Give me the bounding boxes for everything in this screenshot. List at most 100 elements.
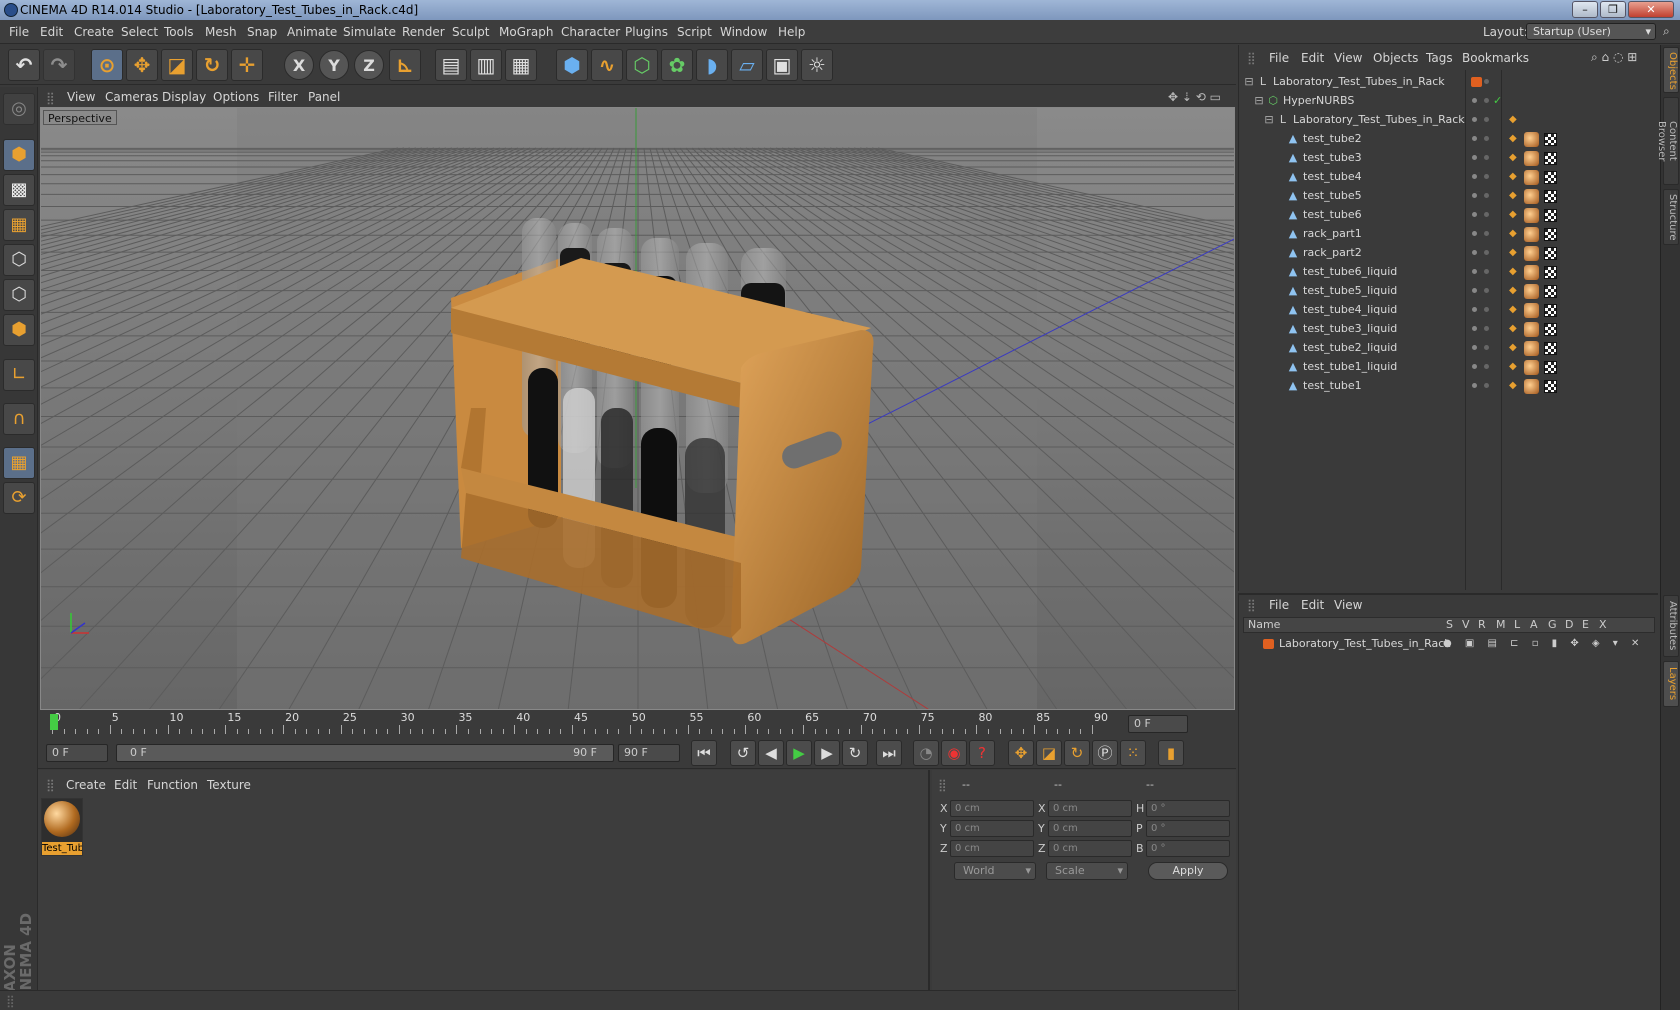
material-tag-icon[interactable] [1524,341,1539,356]
play-icon[interactable]: ▶ [786,740,812,766]
editor-visibility-dot[interactable] [1472,212,1477,217]
render-view-icon[interactable]: ▤ [435,49,467,81]
size-x-field[interactable]: 0 cm [1048,800,1132,817]
uvw-tag-icon[interactable] [1544,266,1557,279]
material-tag-icon[interactable] [1524,189,1539,204]
key-rotation-icon[interactable]: ↻ [1064,740,1090,766]
layer-header-d[interactable]: D [1565,618,1573,632]
next-frame-icon[interactable]: ▶ [814,740,840,766]
layer-header-v[interactable]: V [1462,618,1470,632]
close-button[interactable]: ✕ [1628,1,1674,18]
viewport-menu-view[interactable]: View [67,90,95,104]
object-row[interactable]: ▲ test_tube1_liquid ◆ [1239,357,1659,377]
menu-plugins[interactable]: Plugins [625,25,668,39]
material-menu-texture[interactable]: Texture [207,778,251,792]
move-icon[interactable]: ✥ [126,49,158,81]
layer-header-r[interactable]: R [1478,618,1486,632]
menu-edit[interactable]: Edit [40,25,63,39]
object-row[interactable]: ▲ test_tube4_liquid ◆ [1239,300,1659,320]
tweak-mode-icon[interactable]: ⟳ [3,482,35,514]
rotate-icon[interactable]: ↻ [196,49,228,81]
go-to-start-icon[interactable]: ⏮ [691,740,717,766]
uvw-tag-icon[interactable] [1544,380,1557,393]
make-editable-icon[interactable]: ◎ [3,93,35,125]
frame-range-slider[interactable]: 0 F 90 F [116,744,614,762]
uvw-tag-icon[interactable] [1544,342,1557,355]
menu-render[interactable]: Render [402,25,445,39]
material-tag-icon[interactable] [1524,379,1539,394]
timeline-ruler[interactable]: 051015202530354045505560657075808590 0 F [38,711,1236,737]
object-row[interactable]: ▲ test_tube1 ◆ [1239,376,1659,396]
transform-icon[interactable]: ✛ [231,49,263,81]
material-tag-icon[interactable] [1524,132,1539,147]
tab-layers[interactable]: Layers [1663,661,1679,707]
editor-visibility-dot[interactable] [1472,136,1477,141]
spline-pen-icon[interactable]: ∿ [591,49,623,81]
render-visibility-dot[interactable] [1484,174,1489,179]
render-settings-icon[interactable]: ▦ [505,49,537,81]
editor-visibility-dot[interactable] [1472,250,1477,255]
uvw-tag-icon[interactable] [1544,247,1557,260]
render-visibility-dot[interactable] [1484,212,1489,217]
render-visibility-dot[interactable] [1484,345,1489,350]
rotation-h-field[interactable]: 0 ° [1146,800,1230,817]
render-visibility-dot[interactable] [1484,136,1489,141]
tab-content-browser[interactable]: Content Browser [1656,97,1679,185]
model-mode-icon[interactable]: ⬢ [3,139,35,171]
editor-visibility-dot[interactable] [1472,231,1477,236]
editor-visibility-dot[interactable] [1472,269,1477,274]
layer-header-m[interactable]: M [1496,618,1506,632]
uvw-tag-icon[interactable] [1544,209,1557,222]
keyframe-selection-icon[interactable]: ? [969,740,995,766]
search-icon[interactable]: ⌕ [1663,24,1670,39]
render-picture-viewer-icon[interactable]: ▥ [470,49,502,81]
coordinate-space-select[interactable]: World ▾ [954,862,1036,880]
material-menu-function[interactable]: Function [147,778,198,792]
light-icon[interactable]: ☼ [801,49,833,81]
viewport-menu-panel[interactable]: Panel [308,90,340,104]
menu-tools[interactable]: Tools [164,25,194,39]
axis-mode-icon[interactable]: ∟ [3,359,35,391]
menu-snap[interactable]: Snap [247,25,277,39]
layer-header-a[interactable]: A [1530,618,1538,632]
collapse-icon[interactable]: ⊟ [1253,95,1265,107]
material-tag-icon[interactable] [1524,170,1539,185]
render-visibility-dot[interactable] [1484,155,1489,160]
viewport-menu-options[interactable]: Options [213,90,259,104]
autokey-icon[interactable]: ◉ [941,740,967,766]
timeline-window-icon[interactable]: ▮ [1158,740,1184,766]
menu-animate[interactable]: Animate [287,25,337,39]
end-frame-field[interactable]: 90 F [618,744,680,762]
editor-visibility-dot[interactable] [1472,326,1477,331]
menu-mograph[interactable]: MoGraph [499,25,554,39]
polygons-mode-icon[interactable]: ⬢ [3,314,35,346]
menu-mesh[interactable]: Mesh [205,25,237,39]
rotation-b-field[interactable]: 0 ° [1146,840,1230,857]
menu-simulate[interactable]: Simulate [343,25,396,39]
editor-visibility-dot[interactable] [1472,155,1477,160]
object-row-hypernurbs[interactable]: ⊟ ⬡ HyperNURBS ✓ [1239,91,1659,111]
previous-frame-icon[interactable]: ◀ [758,740,784,766]
key-parameter-icon[interactable]: Ⓟ [1092,740,1118,766]
render-visibility-dot[interactable] [1484,383,1489,388]
previous-key-icon[interactable]: ↺ [730,740,756,766]
go-to-end-icon[interactable]: ⏭ [876,740,902,766]
material-tag-icon[interactable] [1524,284,1539,299]
current-frame-field[interactable]: 0 F [1128,715,1188,733]
menu-create[interactable]: Create [74,25,114,39]
render-visibility-dot[interactable] [1484,288,1489,293]
viewport-menu-cameras[interactable]: Cameras [105,90,158,104]
tab-attributes[interactable]: Attributes [1663,595,1679,657]
layer-menu-edit[interactable]: Edit [1301,598,1324,612]
undo-icon[interactable]: ↶ [8,49,40,81]
layer-header-x[interactable]: X [1599,618,1607,632]
key-point-level-icon[interactable]: ⁙ [1120,740,1146,766]
size-mode-select[interactable]: Scale ▾ [1046,862,1128,880]
layer-menu-view[interactable]: View [1334,598,1362,612]
menu-select[interactable]: Select [121,25,158,39]
object-row[interactable]: ▲ test_tube2 ◆ [1239,129,1659,149]
material-tag-icon[interactable] [1524,322,1539,337]
layer-header-g[interactable]: G [1548,618,1557,632]
start-frame-field[interactable]: 0 F [46,744,108,762]
object-row[interactable]: ▲ test_tube5_liquid ◆ [1239,281,1659,301]
